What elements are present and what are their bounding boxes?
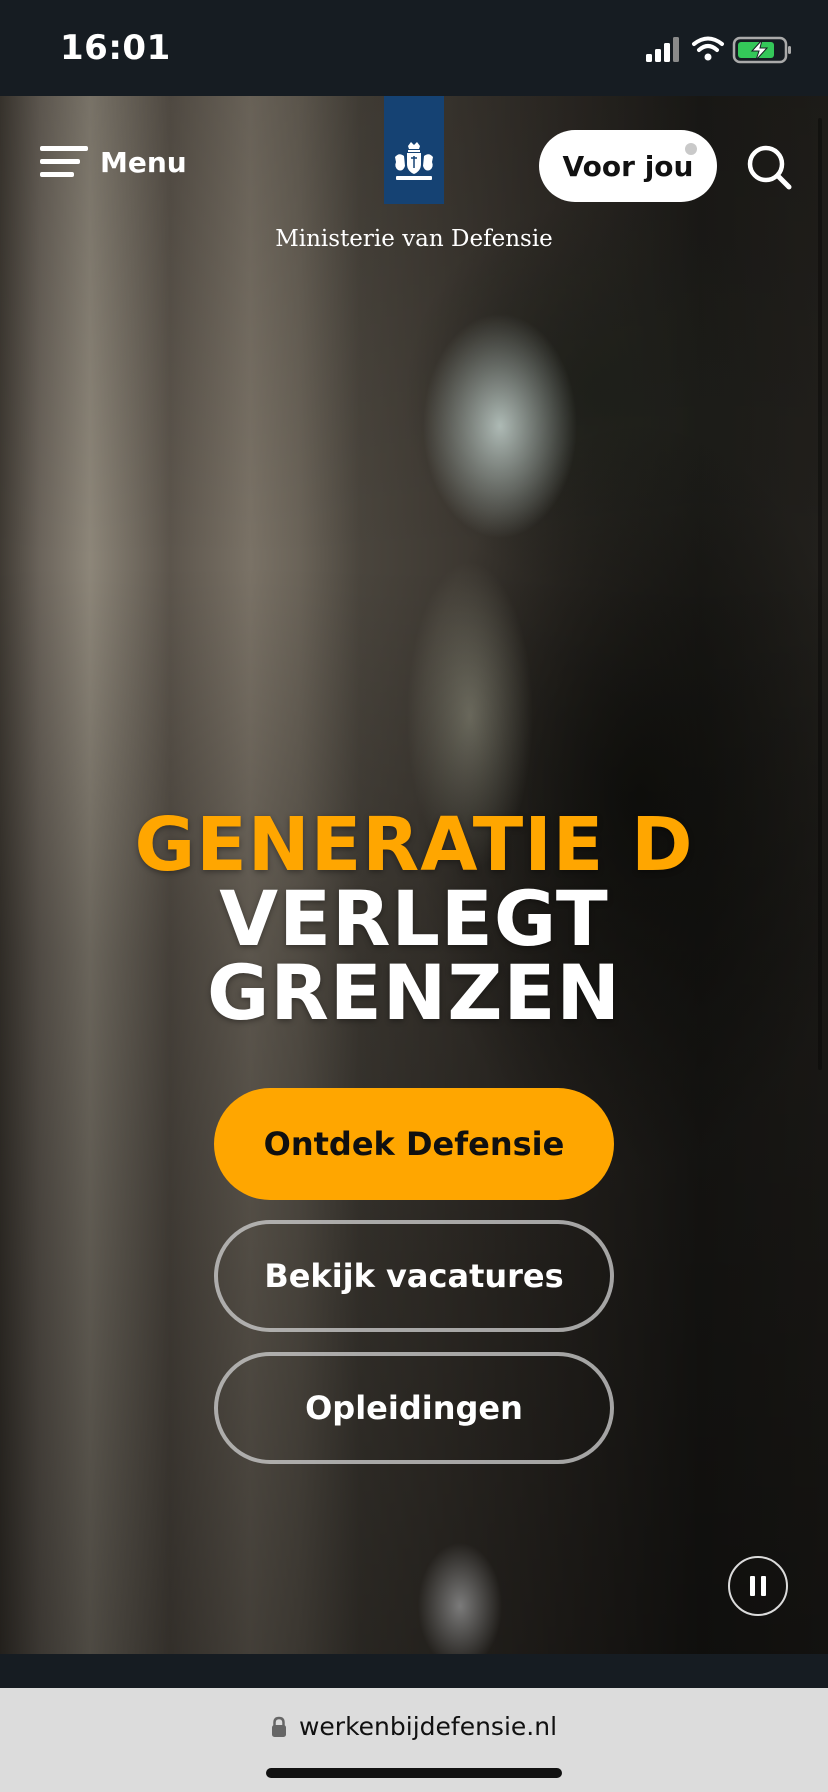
url-text: werkenbijdefensie.nl <box>298 1712 558 1741</box>
status-icons <box>646 36 791 64</box>
menu-label: Menu <box>100 145 187 179</box>
hamburger-icon <box>40 144 88 180</box>
search-icon[interactable] <box>746 144 792 190</box>
browser-url-bar: werkenbijdefensie.nl <box>0 1688 828 1792</box>
rijksoverheid-logo[interactable] <box>384 96 444 204</box>
coat-of-arms-icon <box>395 142 433 180</box>
menu-button[interactable]: Menu <box>40 138 187 186</box>
hero-headline: GENERATIE D VERLEGT GRENZEN <box>0 802 828 1037</box>
ontdek-defensie-button[interactable]: Ontdek Defensie <box>214 1088 614 1200</box>
headline-line-3: GRENZEN <box>206 948 622 1037</box>
bekijk-vacatures-label: Bekijk vacatures <box>264 1257 564 1295</box>
home-indicator[interactable] <box>266 1768 562 1778</box>
pause-icon <box>750 1576 755 1596</box>
wifi-icon <box>692 36 724 61</box>
notification-dot <box>685 143 697 155</box>
voor-jou-label: Voor jou <box>562 149 694 183</box>
opleidingen-button[interactable]: Opleidingen <box>214 1352 614 1464</box>
headline-line-1: GENERATIE D <box>134 802 694 888</box>
lock-icon <box>271 1716 286 1737</box>
signal-icon <box>646 37 679 62</box>
ontdek-defensie-label: Ontdek Defensie <box>263 1125 565 1163</box>
headline-line-2: VERLEGT <box>219 874 609 963</box>
status-time: 16:01 <box>60 28 171 68</box>
pause-video-button[interactable] <box>728 1556 788 1616</box>
opleidingen-label: Opleidingen <box>305 1389 523 1427</box>
bekijk-vacatures-button[interactable]: Bekijk vacatures <box>214 1220 614 1332</box>
ministry-name: Ministerie van Defensie <box>275 226 553 252</box>
voor-jou-button[interactable]: Voor jou <box>539 130 717 202</box>
battery-charging-icon <box>732 36 791 64</box>
status-bar: 16:01 <box>0 0 828 96</box>
url-field[interactable]: werkenbijdefensie.nl <box>0 1712 828 1741</box>
page-bottom-strip <box>0 1654 828 1688</box>
